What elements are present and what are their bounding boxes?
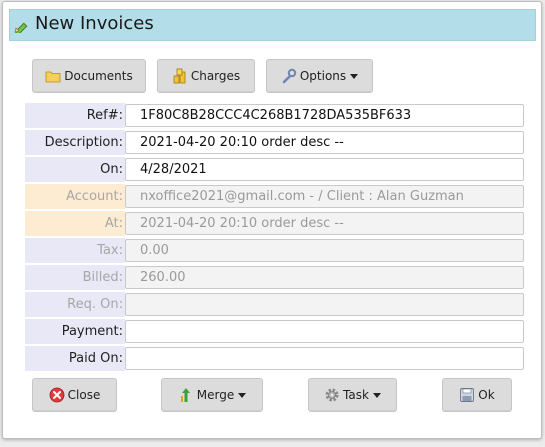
description-label: Description: (25, 130, 125, 155)
billed-field: 260.00 (125, 266, 524, 289)
at-label: At: (25, 211, 125, 236)
chevron-down-icon (350, 73, 359, 79)
payment-row: Payment: (25, 319, 525, 344)
billed-label: Billed: (25, 265, 125, 290)
gear-icon (325, 388, 339, 402)
new-invoices-dialog: New Invoices Documents Charges Options R… (2, 1, 542, 439)
on-row: On: 4/28/2021 (25, 157, 525, 182)
tax-row: Tax: 0.00 (25, 238, 525, 263)
wrench-icon (282, 68, 297, 84)
ref-label: Ref#: (25, 103, 125, 128)
documents-label: Documents (64, 69, 133, 83)
save-disk-icon (460, 388, 475, 402)
folder-icon (45, 71, 61, 83)
merge-dropdown-button[interactable]: Merge (161, 378, 263, 412)
close-icon (49, 387, 65, 403)
close-button[interactable]: Close (32, 378, 117, 412)
chevron-down-icon (372, 392, 381, 398)
account-field: nxoffice2021@gmail.com - / Client : Alan… (125, 185, 524, 208)
ok-label: Ok (478, 388, 495, 402)
payment-field[interactable] (125, 320, 524, 343)
req-on-row: Req. On: (25, 292, 525, 317)
task-label: Task (343, 388, 369, 402)
tax-label: Tax: (25, 238, 125, 263)
paid-on-label: Paid On: (25, 346, 125, 371)
billed-row: Billed: 260.00 (25, 265, 525, 290)
payment-label: Payment: (25, 319, 125, 344)
description-field[interactable]: 2021-04-20 20:10 order desc -- (125, 131, 524, 154)
charges-label: Charges (190, 69, 241, 83)
tax-field: 0.00 (125, 239, 524, 262)
req-on-field (125, 293, 524, 316)
window-title: New Invoices (35, 13, 154, 34)
merge-arrows-icon (180, 388, 190, 402)
options-dropdown-button[interactable]: Options (266, 59, 373, 93)
ref-field[interactable]: 1F80C8B28CCC4C268B1728DA535BF633 (125, 104, 524, 127)
account-row: Account: nxoffice2021@gmail.com - / Clie… (25, 184, 525, 209)
pencil-icon (14, 22, 28, 33)
chevron-down-icon (238, 392, 247, 398)
on-date-field[interactable]: 4/28/2021 (125, 158, 524, 181)
on-label: On: (25, 157, 125, 182)
ref-row: Ref#: 1F80C8B28CCC4C268B1728DA535BF633 (25, 103, 525, 128)
options-label: Options (299, 69, 347, 83)
task-dropdown-button[interactable]: Task (308, 378, 397, 412)
merge-label: Merge (196, 388, 235, 402)
title-bar: New Invoices (9, 9, 536, 41)
ok-button[interactable]: Ok (442, 378, 512, 412)
at-row: At: 2021-04-20 20:10 order desc -- (25, 211, 525, 236)
account-label: Account: (25, 184, 125, 209)
documents-button[interactable]: Documents (32, 59, 146, 93)
paid-on-field[interactable] (125, 347, 524, 370)
description-row: Description: 2021-04-20 20:10 order desc… (25, 130, 525, 155)
charges-button[interactable]: Charges (157, 59, 255, 93)
at-field: 2021-04-20 20:10 order desc -- (125, 212, 524, 235)
req-on-label: Req. On: (25, 292, 125, 317)
close-label: Close (67, 388, 101, 402)
coins-icon (173, 68, 186, 84)
paid-on-row: Paid On: (25, 346, 525, 371)
